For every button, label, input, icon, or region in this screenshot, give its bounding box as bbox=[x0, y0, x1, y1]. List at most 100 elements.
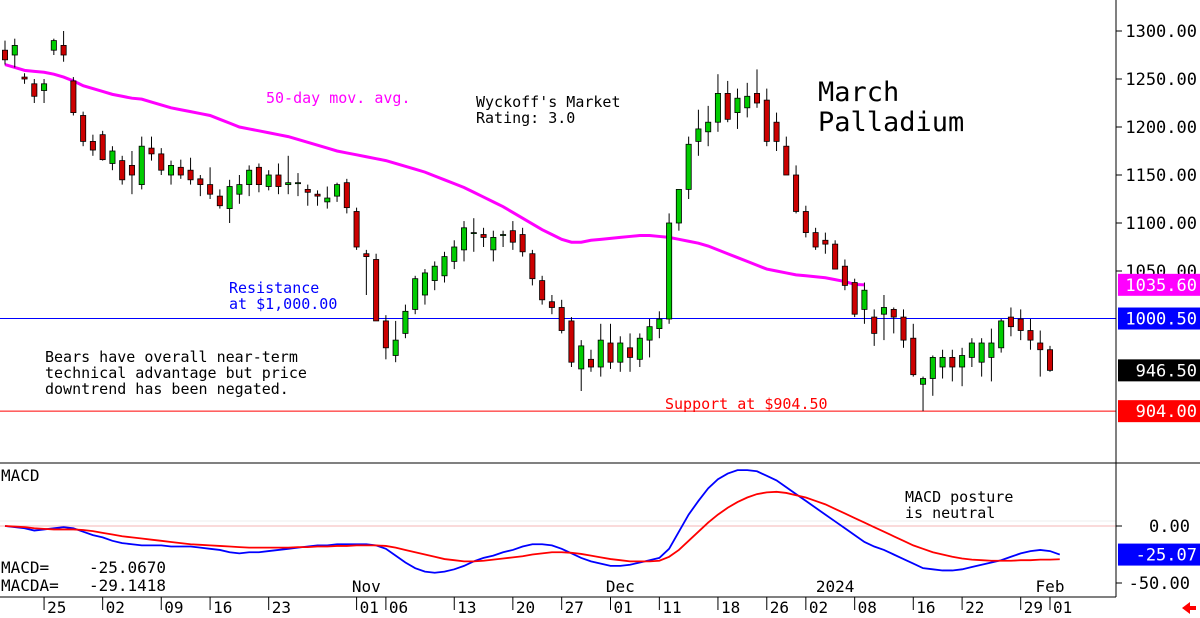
candlestick bbox=[558, 299, 565, 334]
candle-body bbox=[607, 342, 614, 363]
x-month-label: Feb bbox=[1036, 577, 1065, 596]
candle-body bbox=[939, 356, 946, 368]
candle-body bbox=[128, 164, 135, 176]
candlestick bbox=[31, 79, 38, 103]
macd-price-label-text: -25.07 bbox=[1136, 546, 1197, 566]
candle-body bbox=[783, 145, 790, 176]
candle-body bbox=[500, 234, 507, 236]
candle-body bbox=[31, 83, 38, 97]
candlestick bbox=[285, 155, 292, 195]
candle-body bbox=[666, 222, 673, 320]
candlestick bbox=[607, 323, 614, 369]
y-tick-label: 1300.00 bbox=[1125, 22, 1197, 42]
candle-body bbox=[402, 310, 409, 334]
candle-body bbox=[236, 184, 243, 195]
candle-body bbox=[685, 143, 692, 190]
candle-body bbox=[568, 320, 575, 363]
candlestick bbox=[1037, 330, 1044, 377]
candlestick bbox=[451, 240, 458, 270]
candle-body bbox=[744, 95, 751, 109]
candlestick bbox=[812, 227, 819, 250]
candle-body bbox=[910, 337, 917, 376]
x-tick-label: 25 bbox=[47, 598, 66, 617]
candle-body bbox=[1017, 318, 1024, 331]
x-tick-label: 23 bbox=[272, 598, 291, 617]
macd-annotation: MACD posture is neutral bbox=[905, 488, 1013, 522]
candlestick bbox=[500, 230, 507, 247]
x-month-label: Nov bbox=[352, 577, 381, 596]
candle-body bbox=[80, 115, 87, 142]
candlestick bbox=[50, 38, 57, 55]
candle-body bbox=[959, 355, 966, 368]
candlestick bbox=[490, 230, 497, 262]
price-label-text: 904.00 bbox=[1136, 402, 1197, 422]
candlestick bbox=[236, 175, 243, 204]
candlestick bbox=[627, 333, 634, 372]
candle-body bbox=[363, 253, 370, 258]
candlestick bbox=[60, 31, 67, 62]
x-tick-label: 16 bbox=[916, 598, 935, 617]
x-tick-label: 18 bbox=[721, 598, 740, 617]
candle-body bbox=[1007, 316, 1014, 328]
macd-panel: MACD 0.00 -50.00 MACD posture is neutral MACD… bbox=[0, 466, 1200, 595]
candle-body bbox=[920, 378, 927, 385]
candlestick bbox=[636, 333, 643, 367]
x-tick-label: 09 bbox=[164, 598, 183, 617]
candle-body bbox=[558, 307, 565, 331]
candle-body bbox=[158, 153, 165, 171]
candlestick bbox=[861, 282, 868, 324]
candle-body bbox=[285, 182, 292, 185]
candlestick bbox=[265, 170, 272, 191]
x-tick-label: 08 bbox=[858, 598, 877, 617]
candle-body bbox=[773, 121, 780, 142]
candlestick bbox=[304, 184, 311, 206]
candle-body bbox=[451, 246, 458, 262]
candle-body bbox=[392, 339, 399, 356]
left-arrow-icon[interactable] bbox=[1182, 602, 1196, 614]
candle-body bbox=[646, 326, 653, 341]
candlestick bbox=[744, 82, 751, 118]
candle-body bbox=[148, 147, 155, 155]
candlestick bbox=[851, 278, 858, 318]
candlestick bbox=[402, 304, 409, 339]
candlestick bbox=[431, 261, 438, 291]
candlestick bbox=[343, 178, 350, 214]
candle-body bbox=[187, 169, 194, 181]
candlestick bbox=[949, 349, 956, 382]
candle-body bbox=[275, 174, 282, 187]
x-tick-label: 01 bbox=[614, 598, 633, 617]
candlestick bbox=[412, 275, 419, 315]
x-tick-label: 11 bbox=[662, 598, 681, 617]
candlestick bbox=[1027, 319, 1034, 350]
x-tick-label: 01 bbox=[360, 598, 379, 617]
candle-body bbox=[177, 166, 184, 176]
candlestick bbox=[822, 232, 829, 254]
macd-y-tick-label: 0.00 bbox=[1149, 517, 1190, 537]
x-tick-label: 01 bbox=[1053, 598, 1072, 617]
candlestick bbox=[841, 259, 848, 291]
candlestick bbox=[1017, 309, 1024, 341]
candle-body bbox=[705, 121, 712, 133]
x-tick-label: 06 bbox=[389, 598, 408, 617]
candlestick bbox=[324, 186, 331, 209]
candlestick bbox=[363, 249, 370, 295]
candlestick bbox=[353, 207, 360, 250]
price-label-text: 1035.60 bbox=[1125, 276, 1197, 296]
chart-canvas: 1300.001250.001200.001150.001100.001050.… bbox=[0, 0, 1200, 617]
candle-body bbox=[812, 232, 819, 248]
candlestick bbox=[148, 136, 155, 161]
candle-body bbox=[998, 320, 1005, 349]
y-tick-label: 1150.00 bbox=[1125, 166, 1197, 186]
candle-body bbox=[41, 83, 48, 91]
x-tick-label: 26 bbox=[770, 598, 789, 617]
candlestick bbox=[978, 338, 985, 377]
resistance-label: Resistance at $1,000.00 bbox=[229, 279, 337, 313]
macd-title: MACD bbox=[1, 466, 40, 485]
candlestick bbox=[734, 88, 741, 129]
candlestick bbox=[529, 249, 536, 286]
readout-label: MACD= bbox=[1, 558, 49, 577]
bears-note-line-3: downtrend has been negated. bbox=[45, 380, 289, 398]
x-tick-label: 13 bbox=[457, 598, 476, 617]
candlestick bbox=[685, 136, 692, 199]
candle-body bbox=[529, 253, 536, 280]
